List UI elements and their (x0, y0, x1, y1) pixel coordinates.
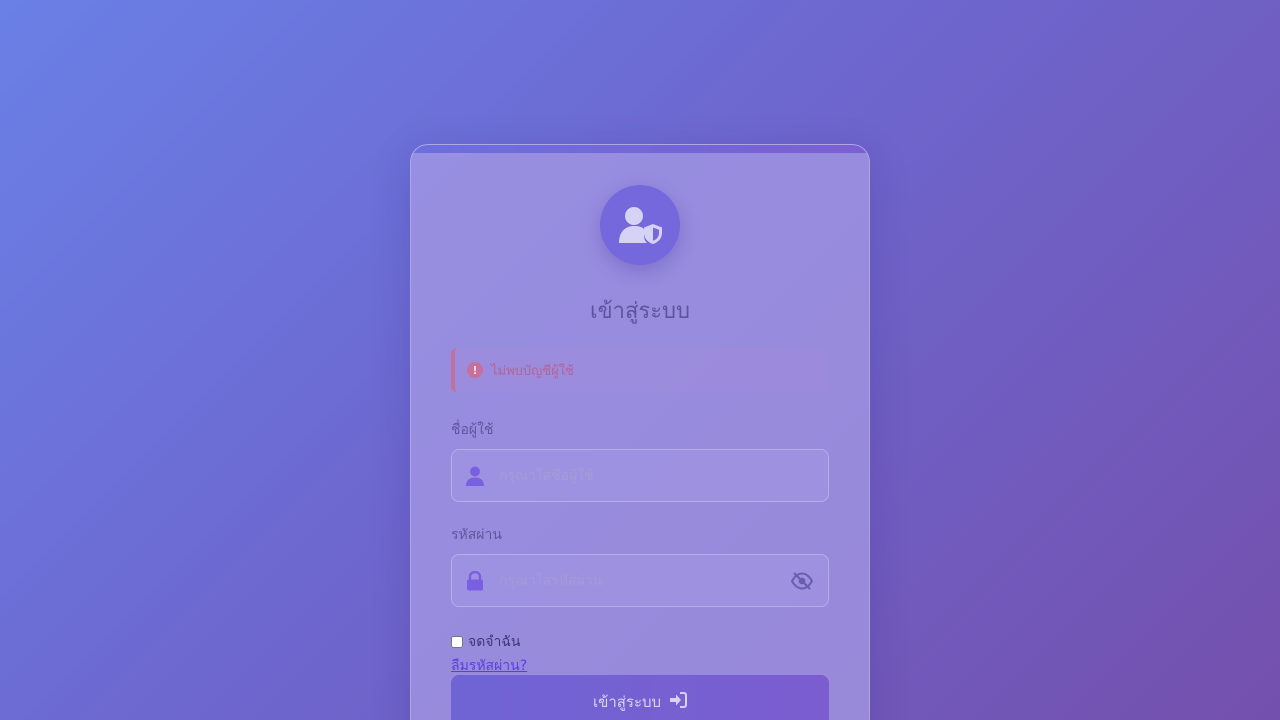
username-input[interactable] (497, 466, 828, 485)
password-field-wrapper (451, 554, 829, 607)
login-button-label: เข้าสู่ระบบ (592, 693, 662, 711)
sign-in-icon (669, 692, 688, 712)
user-icon (465, 466, 485, 486)
remember-me-checkbox[interactable] (451, 636, 463, 648)
login-button[interactable]: เข้าสู่ระบบ (451, 675, 829, 720)
username-field-wrapper (451, 449, 829, 502)
forgot-password-link[interactable]: ลืมรหัสผ่าน? (451, 655, 527, 677)
remember-me[interactable]: จดจำฉัน (451, 631, 520, 653)
lock-icon (465, 570, 485, 591)
password-input[interactable] (497, 571, 790, 590)
password-label: รหัสผ่าน (451, 527, 502, 543)
eye-slash-icon[interactable] (790, 571, 814, 591)
error-alert: ! ไม่พบบัญชีผู้ใช้ (451, 348, 829, 392)
remember-me-label: จดจำฉัน (468, 634, 521, 650)
username-label: ชื่อผู้ใช้ (451, 422, 494, 438)
user-shield-icon (600, 185, 680, 265)
login-card: เข้าสู่ระบบ ! ไม่พบบัญชีผู้ใช้ ชื่อผู้ใช… (410, 144, 870, 720)
error-alert-message: ไม่พบบัญชีผู้ใช้ (491, 363, 574, 379)
exclamation-circle-icon: ! (467, 362, 483, 378)
card-accent-bar (411, 145, 869, 153)
page-title: เข้าสู่ระบบ (590, 299, 690, 324)
